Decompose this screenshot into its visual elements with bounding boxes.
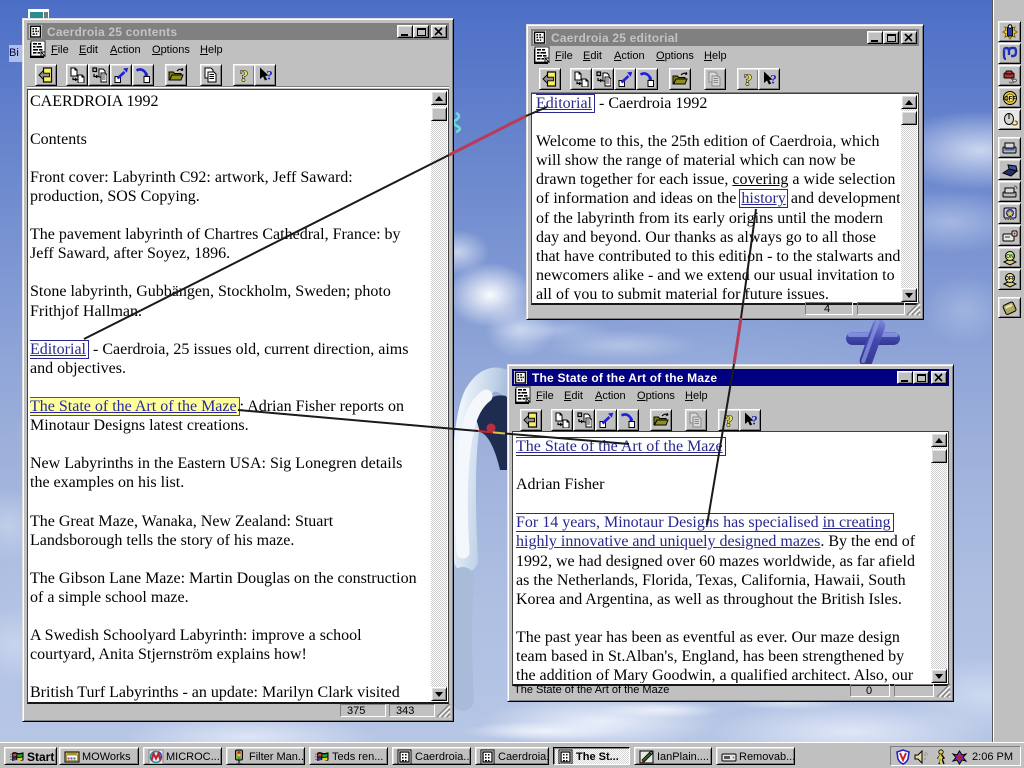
svg-text:?: ?: [744, 71, 753, 87]
svg-text:?: ?: [266, 68, 273, 83]
svg-text:?: ?: [751, 413, 758, 428]
svg-text:ON: ON: [1006, 254, 1014, 260]
svg-text:?: ?: [725, 412, 734, 428]
svg-text:?: ?: [770, 72, 777, 87]
svg-text:OFF: OFF: [1004, 97, 1016, 103]
svg-text:OFF: OFF: [1005, 276, 1015, 282]
svg-text:?: ?: [240, 67, 249, 83]
